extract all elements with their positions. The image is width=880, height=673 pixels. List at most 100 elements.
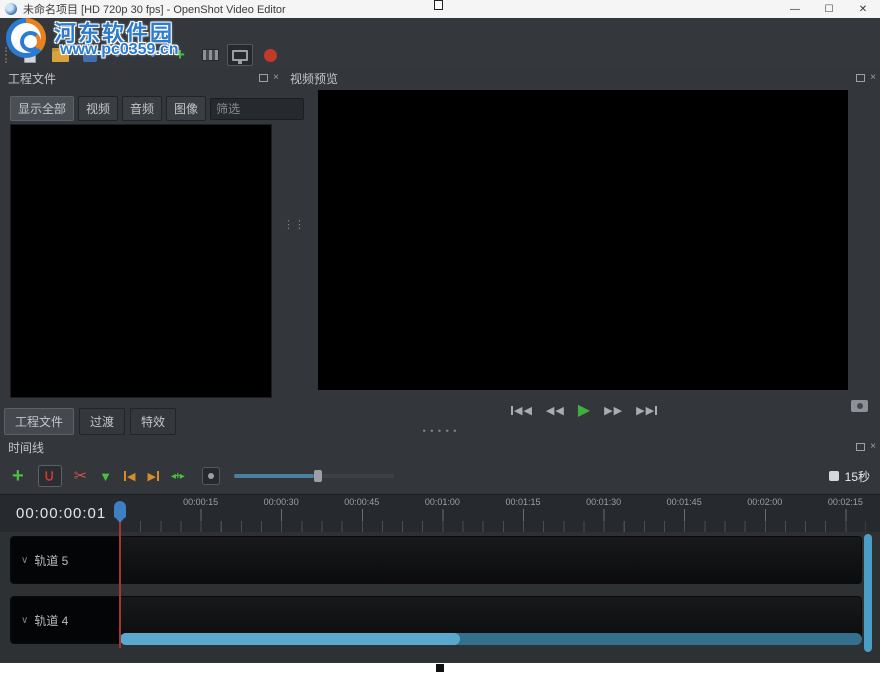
track-5-label[interactable]: ∨ 轨道 5 [11,537,119,583]
close-panel-icon[interactable]: × [273,73,279,83]
play-icon: ▶ [578,400,590,420]
ruler-time-label: 00:01:00 [425,497,460,507]
fullscreen-button[interactable] [227,44,253,66]
save-project-button[interactable] [77,44,103,66]
jump-to-end-button[interactable]: ▶▶ [636,404,657,417]
play-button[interactable]: ▶ [578,400,590,420]
ruler-time-label: 00:00:15 [183,497,218,507]
track-collapse-icon[interactable]: ∨ [21,555,28,566]
start-bar-icon [511,406,513,415]
window-title: 未命名项目 [HD 720p 30 fps] - OpenShot Video … [23,1,286,17]
main-toolbar: ↶ ↷ + [0,42,880,68]
zoom-fit-button[interactable] [202,467,220,485]
ruler-time-label: 00:02:00 [747,497,782,507]
new-project-button[interactable] [17,44,43,66]
timeline-ruler[interactable]: 00:00:00:01 00:00:15 00:00:30 00:00:45 0… [0,494,880,532]
float-panel-icon[interactable] [259,74,268,82]
track-row-5[interactable]: ∨ 轨道 5 [10,536,862,584]
save-icon [83,48,97,62]
track-collapse-icon[interactable]: ∨ [21,615,28,626]
previous-marker-button[interactable]: ◀ [124,470,135,483]
open-project-button[interactable] [47,44,73,66]
horizontal-scrollbar-thumb[interactable] [120,633,460,645]
rewind-icon: ◀ [546,404,554,417]
filter-image-button[interactable]: 图像 [166,96,206,121]
import-files-button[interactable]: + [167,44,193,66]
float-timeline-icon[interactable] [856,443,865,451]
track-name: 轨道 4 [34,612,68,629]
jump-end-icon: ▶ [636,404,644,417]
fast-forward-button[interactable]: ▶▶ [604,404,622,417]
prev-marker-icon: ◀ [127,470,135,483]
choose-profile-button[interactable] [197,44,223,66]
timeline-vertical-scrollbar[interactable] [864,534,872,652]
monitor-icon [232,50,248,61]
openshot-window: 未命名项目 [HD 720p 30 fps] - OpenShot Video … [0,0,880,673]
zoom-slider-fill [234,474,314,478]
timeline-tracks-area: ∨ 轨道 5 ∨ 轨道 4 [0,532,880,662]
close-button[interactable]: ✕ [846,0,880,18]
video-preview-title: 视频预览 [290,70,338,87]
fast-forward-icon: ▶ [604,404,612,417]
minimize-button[interactable]: — [778,0,812,18]
next-marker-bar-icon [157,471,159,481]
zoom-slider-handle[interactable] [314,470,322,482]
undo-icon: ↶ [114,46,127,64]
import-plus-icon: + [175,45,185,65]
timeline-horizontal-scrollbar[interactable] [120,633,862,645]
redo-button[interactable]: ↷ [137,44,163,66]
splitter-dots-h-icon: • • • • • [423,426,458,436]
filter-audio-button[interactable]: 音频 [122,96,162,121]
maximize-button[interactable]: ☐ [812,0,846,18]
undo-button[interactable]: ↶ [107,44,133,66]
playhead-marker[interactable] [114,501,126,518]
export-video-button[interactable] [257,44,283,66]
timeline-title: 时间线 [8,439,44,456]
filter-video-button[interactable]: 视频 [78,96,118,121]
ruler-time-label: 00:01:15 [505,497,540,507]
timeline-toolbar: + ⊃ ✂ ▼ ◀ ▶ ◂+▸ 15秒 [0,460,880,492]
project-files-panel: 工程文件 × 显示全部 视频 音频 图像 工程文件 过渡 特效 [0,68,283,436]
rewind-button[interactable]: ◀◀ [546,404,564,417]
ruler-time-label: 00:00:30 [264,497,299,507]
scissors-icon: ✂ [74,466,87,486]
jump-to-start-button[interactable]: ◀◀ [511,404,532,417]
ruler-time-label: 00:01:45 [667,497,702,507]
next-marker-icon: ▶ [147,470,155,483]
close-timeline-icon[interactable]: × [870,442,876,452]
next-marker-button[interactable]: ▶ [147,470,158,483]
razor-tool-button[interactable]: ✂ [74,466,87,486]
magnet-icon: ⊃ [41,470,59,483]
add-marker-button[interactable]: ▼ [99,469,112,484]
project-files-list[interactable] [10,124,272,398]
prev-marker-bar-icon [124,471,126,481]
toolbar-grip[interactable] [5,47,9,63]
snapshot-camera-icon[interactable] [851,400,868,412]
ruler-time-label: 00:02:15 [828,497,863,507]
bottom-resize-handle[interactable] [436,664,444,672]
zoom-slider[interactable] [234,474,394,478]
track-4-label[interactable]: ∨ 轨道 4 [11,597,119,643]
close-preview-icon[interactable]: × [870,73,876,83]
new-file-icon [24,48,36,63]
menu-bar [0,18,880,42]
top-resize-handle[interactable] [434,0,443,10]
marker-funnel-icon: ▼ [99,469,112,484]
add-track-button[interactable]: + [12,465,24,488]
filter-show-all-button[interactable]: 显示全部 [10,96,74,121]
title-bar: 未命名项目 [HD 720p 30 fps] - OpenShot Video … [0,0,880,18]
zoom-duration-icon[interactable] [829,471,839,481]
zoom-duration-label: 15秒 [845,468,870,485]
profile-film-icon [202,49,219,61]
snapping-toggle-button[interactable]: ⊃ [38,465,62,487]
jump-start-icon: ◀ [514,404,522,417]
float-preview-icon[interactable] [856,74,865,82]
track-name: 轨道 5 [34,552,68,569]
video-preview-screen [318,90,848,390]
app-icon [5,3,17,15]
panel-splitter-horizontal[interactable]: • • • • • [0,428,880,436]
ruler-time-label: 00:01:30 [586,497,621,507]
current-time-display: 00:00:00:01 [16,505,106,522]
end-bar-icon [655,406,657,415]
center-playhead-button[interactable]: ◂+▸ [171,471,184,482]
